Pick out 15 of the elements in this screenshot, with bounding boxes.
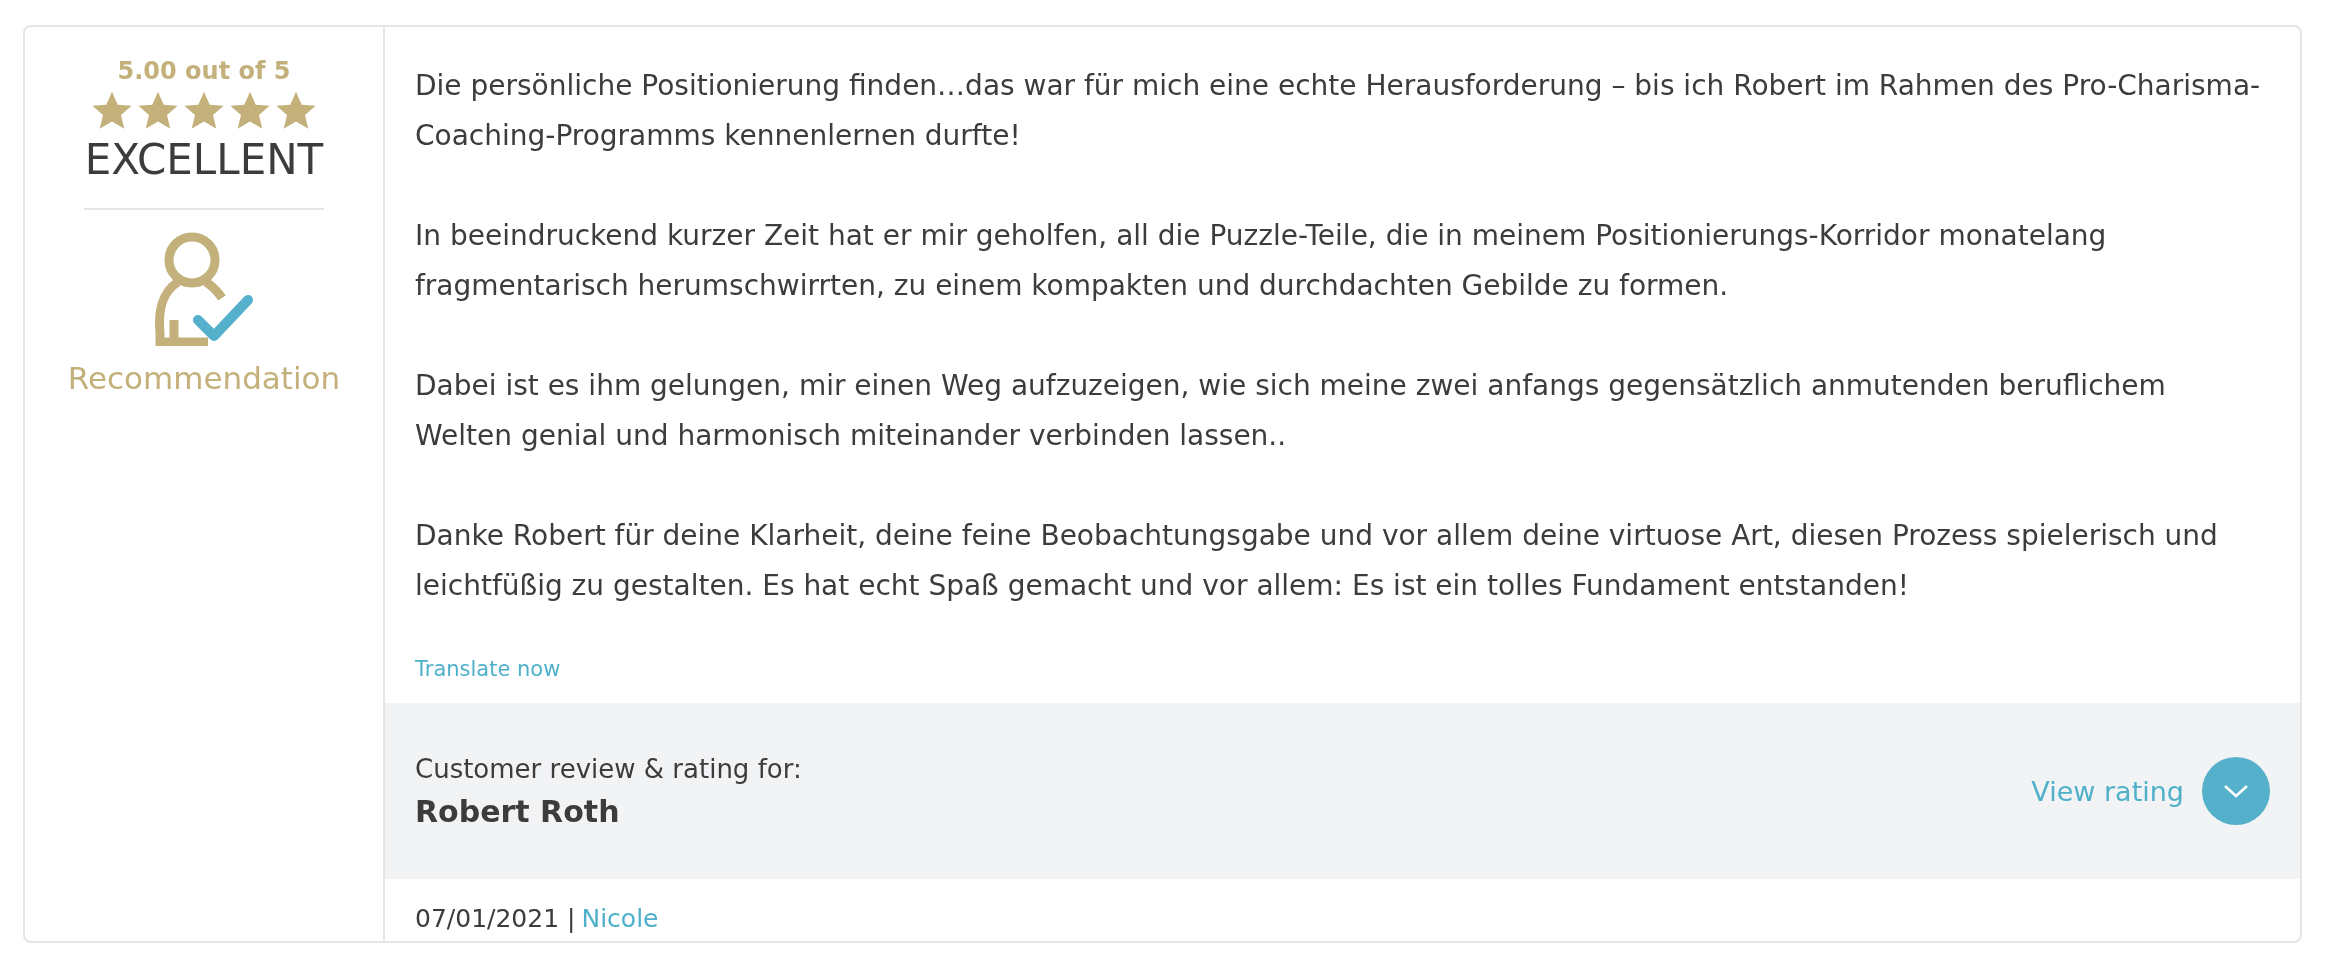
chevron-icon (2223, 783, 2249, 799)
review-paragraph: In beeindruckend kurzer Zeit hat er mir geholfen, all die Puzzle-Teile, die in meinem Positionierungs-Korridor monatelang fragmentarisch herumschwirrten, zu einem kompakten und durchdachten Gebilde zu formen. (415, 218, 2108, 304)
recommendation-label: Recommendation (67, 360, 341, 396)
author-link[interactable]: Nicole (581, 903, 659, 933)
subject-name: Robert Roth (415, 793, 621, 829)
review-paragraph: Danke Robert für deine Klarheit, deine feine Beobachtungsgabe und vor allem deine virtuose Art, diesen Prozess spielerisch und leichtfüßig zu gestalten. Es hat echt Spaß gemacht und vor allem: Es ist ein tolles Fundament entstanden! (415, 518, 2219, 604)
rating-score: 5.00 out of 5 (117, 57, 291, 85)
translate-link[interactable]: Translate now (415, 657, 561, 681)
subject-caption: Customer review & rating for: (415, 753, 802, 784)
review-paragraph: Dabei ist es ihm gelungen, mir einen Weg aufzuzeigen, wie sich meine zwei anfangs gegensätzlich anmutenden beruflichem Welten genial und harmonisch miteinander verbinden lassen.. (415, 368, 2167, 454)
review-date: 07/01/2021 | (415, 903, 576, 933)
rating-verdict: EXCELLENT (84, 135, 324, 184)
person-check-icon (154, 232, 254, 346)
review-paragraph: Die persönliche Positionierung finden…das war für mich eine echte Herausforderung – bis ich Robert im Rahmen des Pro-Charisma-Coaching-Programms kennenlernen durfte! (415, 68, 2262, 154)
view-rating-link[interactable]: View rating (2031, 775, 2184, 807)
